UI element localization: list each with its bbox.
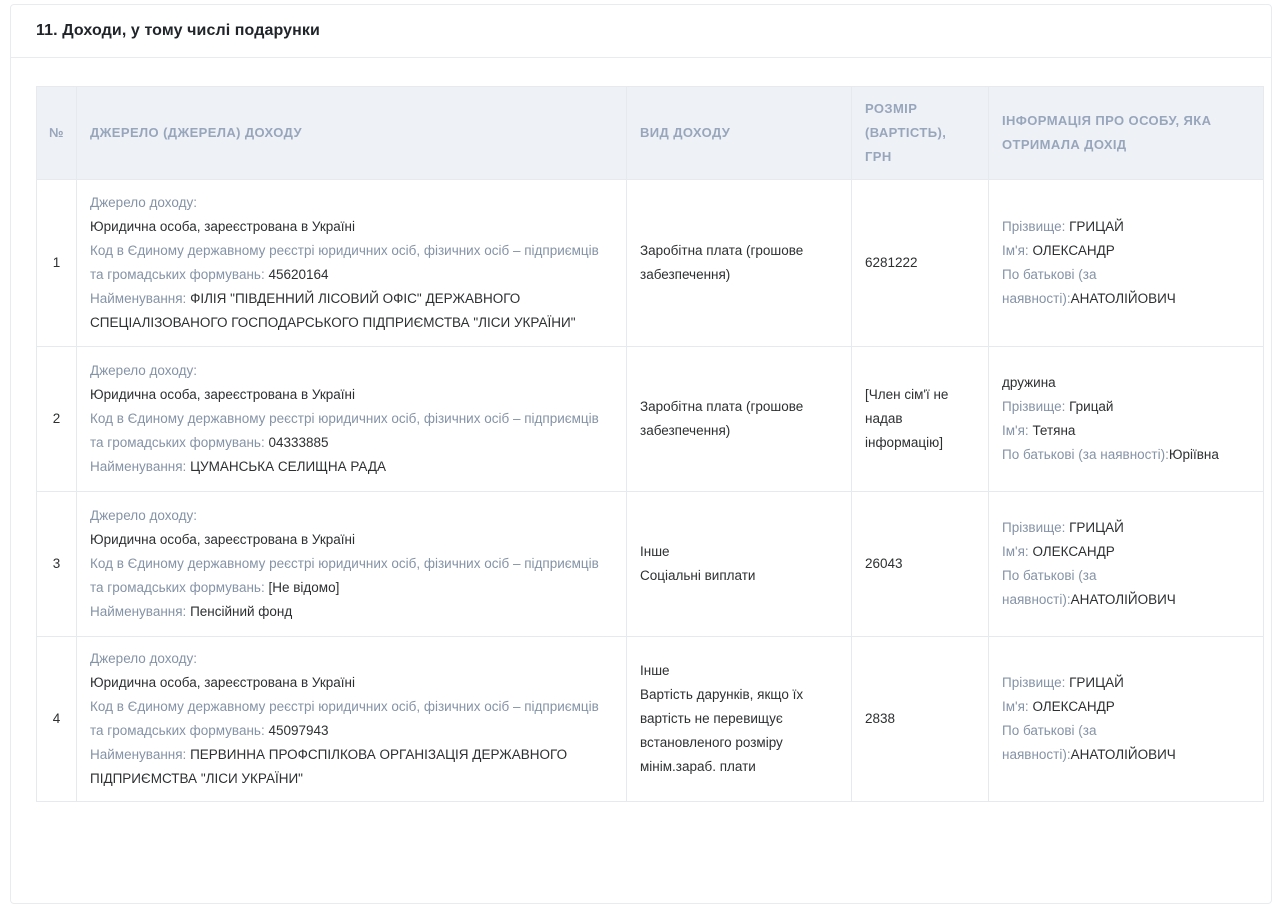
income-type-line: Вартість дарунків, якщо їх вартість не п…: [640, 683, 838, 779]
org-name-label: Найменування:: [90, 291, 186, 306]
person-cell: Прізвище: ГРИЦАЙ Ім'я: ОЛЕКСАНДР По бать…: [989, 637, 1264, 802]
table-row: 1 Джерело доходу: Юридична особа, зареєс…: [37, 180, 1264, 347]
table-row: 3 Джерело доходу: Юридична особа, зареєс…: [37, 492, 1264, 637]
table-row: 4 Джерело доходу: Юридична особа, зареєс…: [37, 637, 1264, 802]
edrpou-code-value: 04333885: [268, 435, 328, 450]
source-type-value: Юридична особа, зареєстрована в Україні: [90, 671, 613, 695]
patronymic-value: АНАТОЛІЙОВИЧ: [1071, 592, 1176, 607]
amount-cell: 26043: [852, 492, 989, 637]
surname-value: ГРИЦАЙ: [1069, 520, 1124, 535]
income-type-cell: Заробітна плата (грошове забезпечення): [627, 180, 852, 347]
table-row: 2 Джерело доходу: Юридична особа, зареєс…: [37, 347, 1264, 492]
page-title: 11. Доходи, у тому числі подарунки: [36, 22, 320, 39]
patronymic-value: АНАТОЛІЙОВИЧ: [1071, 747, 1176, 762]
patronymic-label: По батькові (за наявності):: [1002, 447, 1169, 462]
amount-value: 2838: [865, 707, 975, 731]
column-header-income-type: ВИД ДОХОДУ: [627, 87, 852, 180]
patronymic-value: Юріївна: [1169, 447, 1219, 462]
edrpou-code-value: 45620164: [268, 267, 328, 282]
surname-label: Прізвище:: [1002, 219, 1065, 234]
firstname-value: Тетяна: [1032, 423, 1075, 438]
source-type-value: Юридична особа, зареєстрована в Україні: [90, 528, 613, 552]
income-type-cell: Інше Соціальні виплати: [627, 492, 852, 637]
firstname-label: Ім'я:: [1002, 699, 1029, 714]
surname-value: Грицай: [1069, 399, 1113, 414]
income-type-line: Соціальні виплати: [640, 564, 838, 588]
surname-value: ГРИЦАЙ: [1069, 675, 1124, 690]
row-number: 4: [37, 637, 77, 802]
edrpou-code-label: Код в Єдиному державному реєстрі юридичн…: [90, 556, 599, 595]
org-name-label: Найменування:: [90, 604, 186, 619]
income-type-line: Заробітна плата (грошове забезпечення): [640, 239, 838, 287]
column-header-person: ІНФОРМАЦІЯ ПРО ОСОБУ, ЯКА ОТРИМАЛА ДОХІД: [989, 87, 1264, 180]
section-header: 11. Доходи, у тому числі подарунки: [11, 5, 1271, 58]
income-source-cell: Джерело доходу: Юридична особа, зареєстр…: [77, 492, 627, 637]
surname-value: ГРИЦАЙ: [1069, 219, 1124, 234]
source-label: Джерело доходу:: [90, 195, 197, 210]
income-type-cell: Інше Вартість дарунків, якщо їх вартість…: [627, 637, 852, 802]
source-label: Джерело доходу:: [90, 651, 197, 666]
surname-label: Прізвище:: [1002, 520, 1065, 535]
org-name-value: Пенсійний фонд: [190, 604, 292, 619]
income-source-cell: Джерело доходу: Юридична особа, зареєстр…: [77, 637, 627, 802]
edrpou-code-label: Код в Єдиному державному реєстрі юридичн…: [90, 411, 599, 450]
column-header-source: ДЖЕРЕЛО (ДЖЕРЕЛА) ДОХОДУ: [77, 87, 627, 180]
source-label: Джерело доходу:: [90, 363, 197, 378]
section-body: № ДЖЕРЕЛО (ДЖЕРЕЛА) ДОХОДУ ВИД ДОХОДУ РО…: [11, 58, 1271, 832]
amount-cell: [Член сім'ї не надав інформацію]: [852, 347, 989, 492]
edrpou-code-value: [Не відомо]: [268, 580, 339, 595]
income-table: № ДЖЕРЕЛО (ДЖЕРЕЛА) ДОХОДУ ВИД ДОХОДУ РО…: [36, 86, 1264, 802]
income-type-line: Інше: [640, 659, 838, 683]
income-source-cell: Джерело доходу: Юридична особа, зареєстр…: [77, 347, 627, 492]
org-name-label: Найменування:: [90, 459, 186, 474]
firstname-value: ОЛЕКСАНДР: [1032, 544, 1114, 559]
source-label: Джерело доходу:: [90, 508, 197, 523]
firstname-value: ОЛЕКСАНДР: [1032, 243, 1114, 258]
firstname-label: Ім'я:: [1002, 423, 1029, 438]
column-header-amount: РОЗМІР (ВАРТІСТЬ), ГРН: [852, 87, 989, 180]
source-type-value: Юридична особа, зареєстрована в Україні: [90, 215, 613, 239]
relation-value: дружина: [1002, 371, 1250, 395]
income-source-cell: Джерело доходу: Юридична особа, зареєстр…: [77, 180, 627, 347]
person-cell: Прізвище: ГРИЦАЙ Ім'я: ОЛЕКСАНДР По бать…: [989, 492, 1264, 637]
person-cell: дружина Прізвище: Грицай Ім'я: Тетяна По…: [989, 347, 1264, 492]
amount-cell: 6281222: [852, 180, 989, 347]
org-name-value: ЦУМАНСЬКА СЕЛИЩНА РАДА: [190, 459, 386, 474]
patronymic-value: АНАТОЛІЙОВИЧ: [1071, 291, 1176, 306]
surname-label: Прізвище:: [1002, 675, 1065, 690]
amount-value: [Член сім'ї не надав інформацію]: [865, 383, 975, 455]
firstname-label: Ім'я:: [1002, 544, 1029, 559]
amount-value: 6281222: [865, 251, 975, 275]
row-number: 1: [37, 180, 77, 347]
amount-value: 26043: [865, 552, 975, 576]
income-type-cell: Заробітна плата (грошове забезпечення): [627, 347, 852, 492]
source-type-value: Юридична особа, зареєстрована в Україні: [90, 383, 613, 407]
amount-cell: 2838: [852, 637, 989, 802]
firstname-label: Ім'я:: [1002, 243, 1029, 258]
edrpou-code-label: Код в Єдиному державному реєстрі юридичн…: [90, 699, 599, 738]
row-number: 3: [37, 492, 77, 637]
row-number: 2: [37, 347, 77, 492]
edrpou-code-label: Код в Єдиному державному реєстрі юридичн…: [90, 243, 599, 282]
person-cell: Прізвище: ГРИЦАЙ Ім'я: ОЛЕКСАНДР По бать…: [989, 180, 1264, 347]
income-type-line: Інше: [640, 540, 838, 564]
income-table-header: № ДЖЕРЕЛО (ДЖЕРЕЛА) ДОХОДУ ВИД ДОХОДУ РО…: [37, 87, 1264, 180]
surname-label: Прізвище:: [1002, 399, 1065, 414]
edrpou-code-value: 45097943: [268, 723, 328, 738]
org-name-label: Найменування:: [90, 747, 186, 762]
firstname-value: ОЛЕКСАНДР: [1032, 699, 1114, 714]
declaration-section-card: 11. Доходи, у тому числі подарунки № ДЖЕ…: [10, 4, 1272, 904]
income-type-line: Заробітна плата (грошове забезпечення): [640, 395, 838, 443]
column-header-number: №: [37, 87, 77, 180]
